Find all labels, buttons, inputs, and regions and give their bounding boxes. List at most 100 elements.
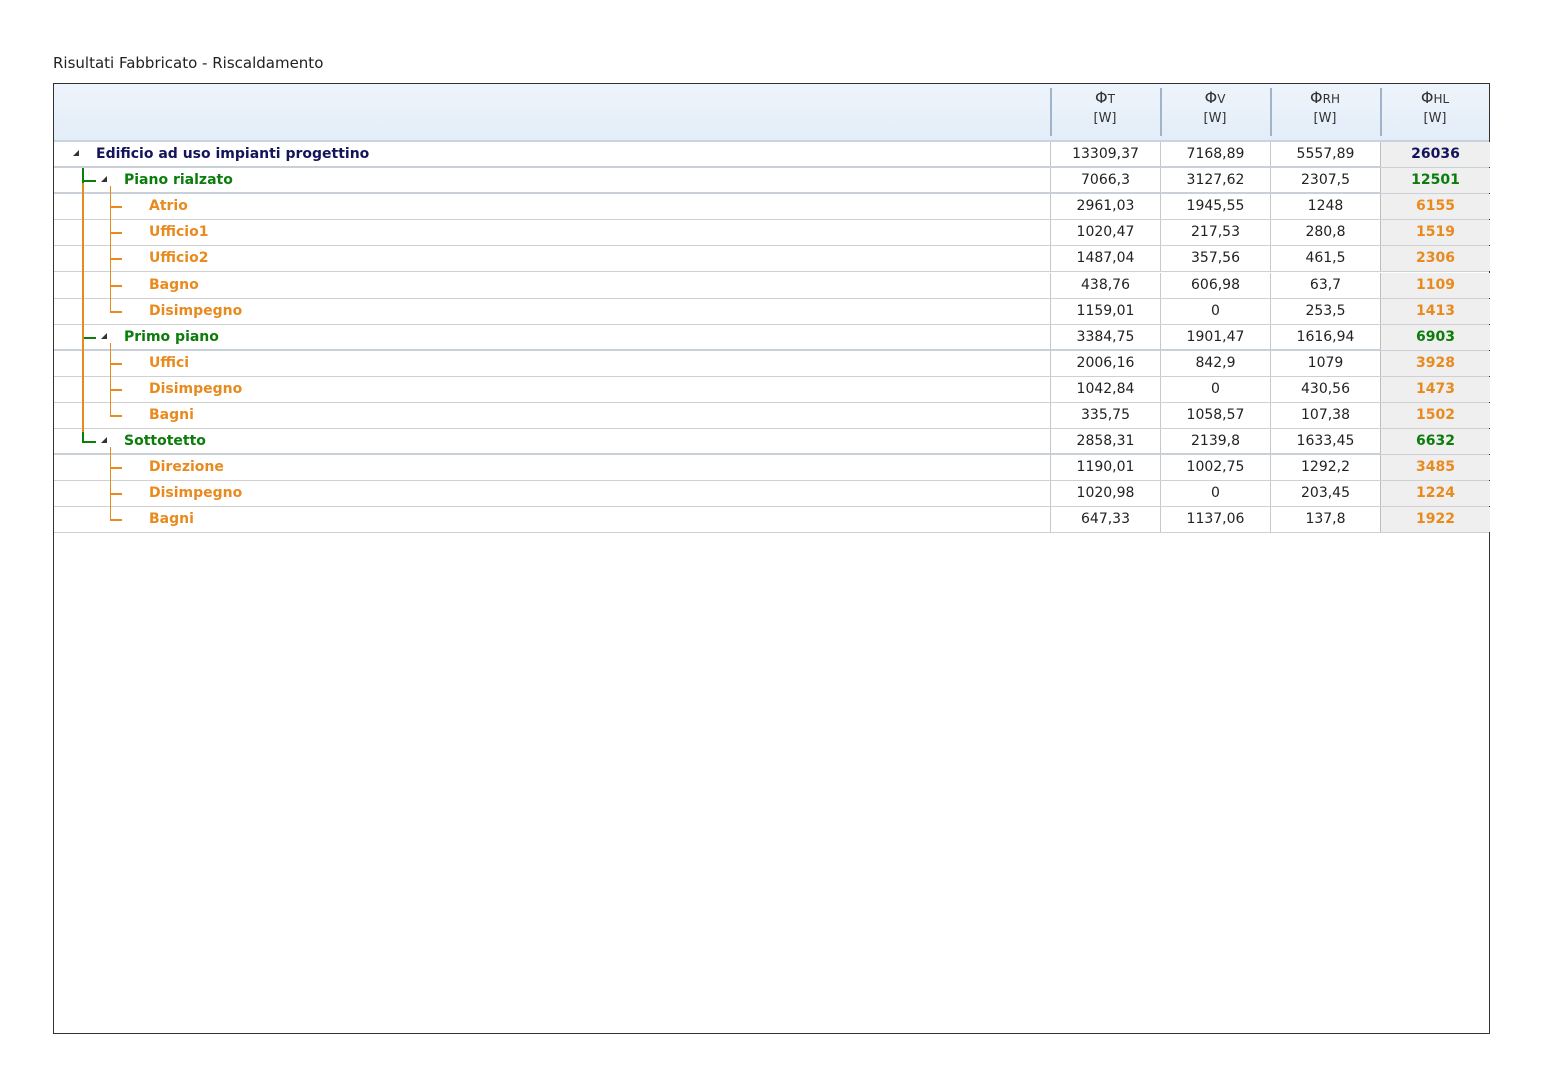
tree-connector-line [110, 493, 122, 495]
cell-phi-t: 2961,03 [1050, 194, 1160, 219]
cell-phi-t: 1487,04 [1050, 246, 1160, 271]
collapse-triangle-icon[interactable] [101, 333, 107, 339]
tree-connector-line [82, 180, 96, 182]
column-header-phi-t[interactable]: ΦT [W] [1050, 88, 1158, 136]
cell-phi-rh: 5557,89 [1270, 142, 1380, 167]
tree-row-room[interactable]: Disimpegno 1042,84 0 430,56 1473 [54, 377, 1490, 403]
cell-phi-t: 7066,3 [1050, 168, 1160, 193]
cell-phi-hl: 1473 [1380, 377, 1490, 402]
cell-phi-rh: 203,45 [1270, 481, 1380, 506]
cell-phi-hl: 1413 [1380, 299, 1490, 324]
cell-phi-t: 335,75 [1050, 403, 1160, 428]
tree-row-room[interactable]: Direzione 1190,01 1002,75 1292,2 3485 [54, 455, 1490, 481]
cell-phi-rh: 63,7 [1270, 273, 1380, 298]
tree-row-room[interactable]: Atrio 2961,03 1945,55 1248 6155 [54, 194, 1490, 220]
cell-phi-hl: 6632 [1380, 429, 1490, 454]
tree-row-room[interactable]: Disimpegno 1020,98 0 203,45 1224 [54, 481, 1490, 507]
cell-phi-rh: 1633,45 [1270, 429, 1380, 454]
tree-connector-line [110, 519, 122, 521]
tree-row-building[interactable]: Edificio ad uso impianti progettino 13309… [54, 142, 1490, 168]
cell-phi-v: 606,98 [1160, 273, 1270, 298]
tree-row-room[interactable]: Bagno 438,76 606,98 63,7 1109 [54, 273, 1490, 299]
tree-row-floor[interactable]: Primo piano 3384,75 1901,47 1616,94 6903 [54, 325, 1490, 351]
cell-phi-hl: 3928 [1380, 351, 1490, 376]
cell-phi-t: 1020,98 [1050, 481, 1160, 506]
cell-phi-v: 1137,06 [1160, 507, 1270, 532]
tree-row-room[interactable]: Disimpegno 1159,01 0 253,5 1413 [54, 299, 1490, 325]
cell-phi-v: 1901,47 [1160, 325, 1270, 350]
tree-connector-line [110, 285, 122, 287]
cell-phi-hl: 1502 [1380, 403, 1490, 428]
column-symbol: ΦV [1204, 88, 1226, 107]
cell-phi-hl: 2306 [1380, 246, 1490, 271]
cell-phi-rh: 461,5 [1270, 246, 1380, 271]
cell-phi-hl: 1109 [1380, 273, 1490, 298]
cell-phi-v: 3127,62 [1160, 168, 1270, 193]
tree-row-room[interactable]: Bagni 647,33 1137,06 137,8 1922 [54, 507, 1490, 533]
cell-phi-hl: 6155 [1380, 194, 1490, 219]
tree-connector-line [110, 363, 122, 365]
tree-connector-line [110, 258, 122, 260]
tree-connector-line [110, 206, 122, 208]
tree-row-label: Primo piano [124, 329, 219, 345]
column-unit: [W] [1203, 111, 1227, 126]
tree-row-room[interactable]: Ufficio1 1020,47 217,53 280,8 1519 [54, 220, 1490, 246]
tree-row-room[interactable]: Ufficio2 1487,04 357,56 461,5 2306 [54, 246, 1490, 272]
tree-row-label: Ufficio2 [149, 250, 209, 266]
tree-row-label: Ufficio1 [149, 224, 209, 240]
cell-phi-t: 2006,16 [1050, 351, 1160, 376]
tree-connector-line [82, 337, 96, 339]
tree-connector-line [110, 186, 111, 312]
tree-row-label: Piano rialzato [124, 172, 233, 188]
tree-row-label: Sottotetto [124, 433, 206, 449]
cell-phi-v: 0 [1160, 377, 1270, 402]
column-header-phi-rh[interactable]: ΦRH [W] [1270, 88, 1378, 136]
cell-phi-v: 0 [1160, 481, 1270, 506]
cell-phi-v: 1058,57 [1160, 403, 1270, 428]
collapse-triangle-icon[interactable] [101, 176, 107, 182]
column-unit: [W] [1093, 111, 1117, 126]
cell-phi-t: 1042,84 [1050, 377, 1160, 402]
cell-phi-v: 1002,75 [1160, 455, 1270, 480]
cell-phi-v: 1945,55 [1160, 194, 1270, 219]
column-symbol: ΦRH [1310, 88, 1340, 107]
tree-row-room[interactable]: Bagni 335,75 1058,57 107,38 1502 [54, 403, 1490, 429]
cell-phi-hl: 12501 [1380, 168, 1490, 193]
cell-phi-rh: 2307,5 [1270, 168, 1380, 193]
cell-phi-v: 217,53 [1160, 220, 1270, 245]
column-symbol: ΦT [1095, 88, 1115, 107]
cell-phi-v: 842,9 [1160, 351, 1270, 376]
cell-phi-hl: 1922 [1380, 507, 1490, 532]
tree-connector-line [110, 389, 122, 391]
grid-header: ΦT [W] ΦV [W] ΦRH [W] ΦHL [W] [54, 84, 1489, 142]
cell-phi-t: 1020,47 [1050, 220, 1160, 245]
tree-row-label: Uffici [149, 355, 190, 371]
tree-row-label: Disimpegno [149, 303, 243, 319]
tree-connector-line [110, 311, 122, 313]
column-unit: [W] [1423, 111, 1447, 126]
tree-row-label: Bagni [149, 407, 194, 423]
tree-row-label: Atrio [149, 198, 188, 214]
cell-phi-hl: 26036 [1380, 142, 1490, 167]
cell-phi-v: 2139,8 [1160, 429, 1270, 454]
cell-phi-hl: 3485 [1380, 455, 1490, 480]
cell-phi-rh: 430,56 [1270, 377, 1380, 402]
cell-phi-t: 2858,31 [1050, 429, 1160, 454]
collapse-triangle-icon[interactable] [101, 437, 107, 443]
cell-phi-t: 3384,75 [1050, 325, 1160, 350]
cell-phi-rh: 1292,2 [1270, 455, 1380, 480]
cell-phi-rh: 1616,94 [1270, 325, 1380, 350]
tree-connector-line [110, 447, 111, 520]
tree-connector-line [110, 232, 122, 234]
tree-row-floor[interactable]: Piano rialzato 7066,3 3127,62 2307,5 12501 [54, 168, 1490, 194]
tree-row-floor[interactable]: Sottotetto 2858,31 2139,8 1633,45 6632 [54, 429, 1490, 455]
column-header-phi-v[interactable]: ΦV [W] [1160, 88, 1268, 136]
cell-phi-t: 13309,37 [1050, 142, 1160, 167]
column-header-phi-hl[interactable]: ΦHL [W] [1380, 88, 1488, 136]
tree-connector-line [82, 183, 84, 432]
collapse-triangle-icon[interactable] [73, 150, 79, 156]
cell-phi-v: 357,56 [1160, 246, 1270, 271]
column-unit: [W] [1313, 111, 1337, 126]
cell-phi-hl: 6903 [1380, 325, 1490, 350]
tree-row-room[interactable]: Uffici 2006,16 842,9 1079 3928 [54, 351, 1490, 377]
